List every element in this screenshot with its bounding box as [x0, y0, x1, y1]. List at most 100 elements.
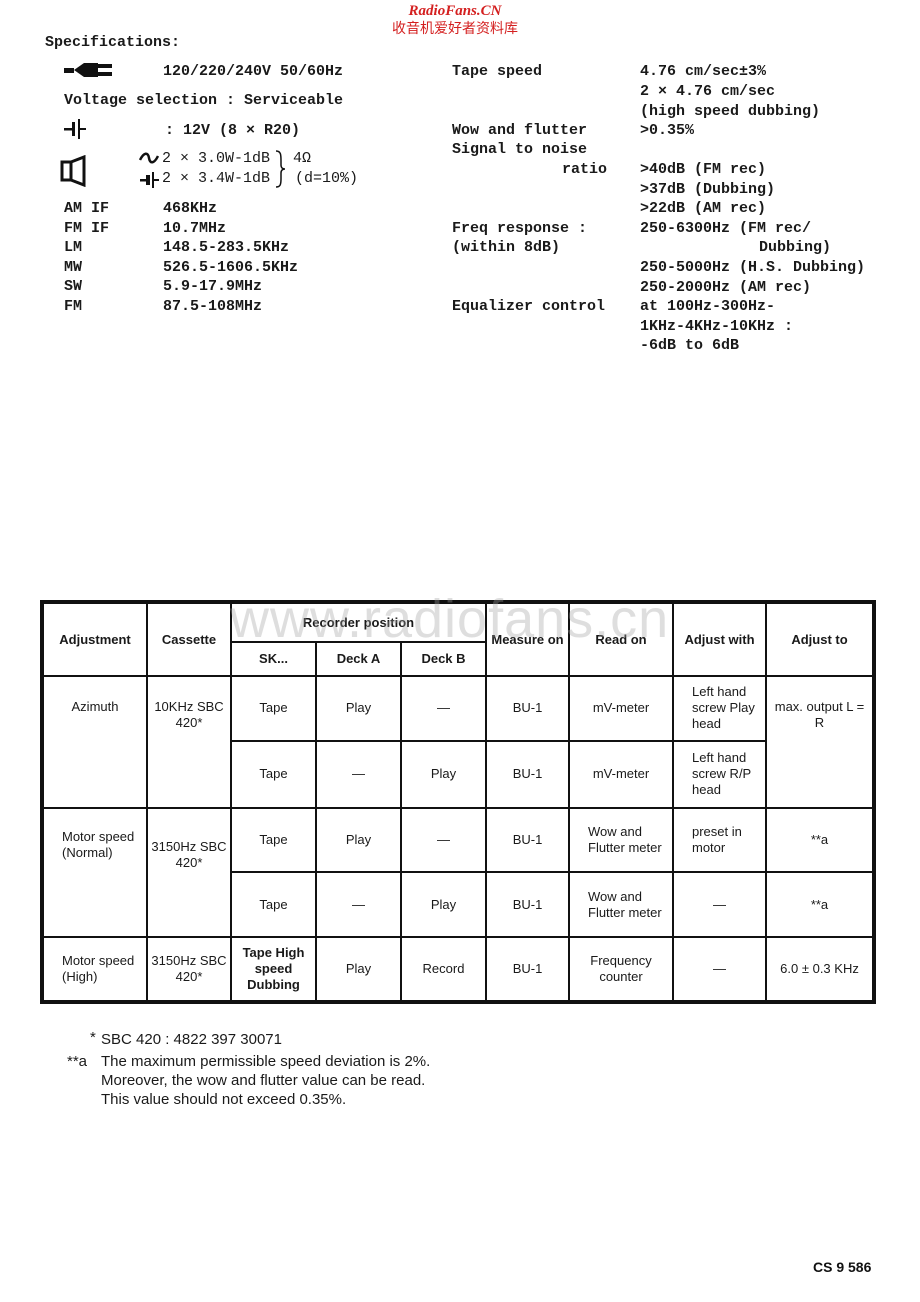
cell-adjust-with: —: [672, 936, 767, 1003]
cell-read-on: Wow and Flutter meter: [568, 806, 674, 874]
snr-label: Signal to noise: [452, 141, 588, 158]
site-watermark: RadioFans.CN 收音机爱好者资料库: [360, 3, 550, 38]
mains-voltage: 120/220/240V 50/60Hz: [163, 63, 344, 80]
equalizer-value: at 100Hz-300Hz-: [640, 298, 776, 315]
cell-adjust-to: 6.0 ± 0.3 KHz: [765, 936, 875, 1003]
band-value: 5.9-17.9MHz: [163, 278, 263, 295]
cell-measure-on: BU-1: [485, 871, 570, 939]
ac-wave-icon: [139, 152, 159, 164]
band-label: MW: [64, 259, 83, 276]
cell-adjustment: Motor speed (High): [41, 936, 148, 1003]
footnote-a-line: Moreover, the wow and flutter value can …: [101, 1072, 426, 1089]
band-value: 87.5-108MHz: [163, 298, 263, 315]
table-row: Azimuth 10KHz SBC 420* Tape Play — BU-1 …: [41, 675, 875, 809]
cell-sk: Tape: [230, 871, 317, 939]
equalizer-value: 1KHz-4KHz-10KHz :: [640, 318, 794, 335]
band-label: FM IF: [64, 220, 110, 237]
cell-read-on: mV-meter: [568, 675, 674, 742]
tape-speed-value: 2 × 4.76 cm/sec: [640, 83, 776, 100]
cell-measure-on: BU-1: [485, 936, 570, 1003]
freq-response-value: Dubbing): [759, 239, 832, 256]
footnote-a-mark: **a: [67, 1053, 88, 1070]
cell-measure-on: BU-1: [485, 675, 570, 742]
table-header-row: Adjustment Cassette Recorder position Me…: [41, 601, 875, 677]
header-recorder-position: Recorder position: [230, 601, 487, 643]
freq-response-label: Freq response :: [452, 220, 588, 237]
band-value: 148.5-283.5KHz: [163, 239, 290, 256]
cell-read-on: Wow and Flutter meter: [568, 871, 674, 939]
header-adjustment: Adjustment: [41, 601, 148, 677]
table-row: Motor speed (Normal) 3150Hz SBC 420* Tap…: [41, 806, 875, 939]
specifications-heading: Specifications:: [45, 34, 181, 51]
battery-icon: [64, 119, 86, 139]
cell-adjustment: Azimuth: [41, 675, 148, 809]
header-deck-a: Deck A: [315, 641, 402, 677]
band-value: 526.5-1606.5KHz: [163, 259, 299, 276]
battery-small-icon: [140, 172, 159, 188]
snr-value: >37dB (Dubbing): [640, 181, 776, 198]
band-label: SW: [64, 278, 83, 295]
cell-deck-b: Record: [400, 936, 487, 1003]
cell-deck-a: —: [315, 739, 402, 809]
cell-sk: Tape: [230, 739, 317, 809]
band-label: LM: [64, 239, 83, 256]
cell-cassette: 3150Hz SBC 420*: [146, 936, 232, 1003]
band-label: FM: [64, 298, 83, 315]
tape-speed-label: Tape speed: [452, 63, 543, 80]
cell-adjust-with: Left hand screw R/P head: [672, 739, 767, 809]
band-label: AM IF: [64, 200, 110, 217]
header-deck-b: Deck B: [400, 641, 487, 677]
cell-adjust-with: —: [672, 871, 767, 939]
watermark-site-cn: 收音机爱好者资料库: [392, 21, 518, 37]
cell-deck-a: —: [315, 871, 402, 939]
cell-adjust-with: preset in motor: [672, 806, 767, 874]
wow-flutter-value: >0.35%: [640, 122, 695, 139]
cell-deck-b: —: [400, 806, 487, 874]
cell-adjust-to: **a: [765, 806, 875, 874]
header-adjust-to: Adjust to: [765, 601, 875, 677]
equalizer-label: Equalizer control: [452, 298, 606, 315]
header-adjust-with: Adjust with: [672, 601, 767, 677]
watermark-site-en: RadioFans.CN: [408, 3, 502, 19]
cell-adjust-to: **a: [765, 871, 875, 939]
footnote-star-mark: *: [90, 1029, 96, 1046]
equalizer-value: -6dB to 6dB: [640, 337, 740, 354]
header-cassette: Cassette: [146, 601, 232, 677]
cell-deck-b: Play: [400, 871, 487, 939]
cell-cassette: 10KHz SBC 420*: [146, 675, 232, 809]
cell-deck-a: Play: [315, 675, 402, 742]
cell-deck-b: Play: [400, 739, 487, 809]
cell-adjust-to: max. output L = R: [765, 675, 875, 809]
band-value: 10.7MHz: [163, 220, 227, 237]
snr-label-ratio: ratio: [562, 161, 608, 178]
freq-response-value: 250-2000Hz (AM rec): [640, 279, 812, 296]
cell-sk: Tape: [230, 806, 317, 874]
cell-adjust-with: Left hand screw Play head: [672, 675, 767, 742]
tape-speed-value: (high speed dubbing): [640, 103, 821, 120]
table-row: Motor speed (High) 3150Hz SBC 420* Tape …: [41, 936, 875, 1003]
output-dc: 2 × 3.4W-1dB: [162, 170, 271, 187]
tape-speed-value: 4.76 cm/sec±3%: [640, 63, 767, 80]
footnote-a-line: The maximum permissible speed deviation …: [101, 1053, 431, 1070]
output-distortion: (d=10%): [295, 170, 359, 187]
cell-deck-a: Play: [315, 936, 402, 1003]
output-impedance: 4Ω: [293, 150, 312, 167]
document-code: CS 9 586: [813, 1259, 872, 1275]
cell-read-on: Frequency counter: [568, 936, 674, 1003]
freq-response-label-sub: (within 8dB): [452, 239, 561, 256]
freq-response-value: 250-6300Hz (FM rec/: [640, 220, 812, 237]
cell-cassette: 3150Hz SBC 420*: [146, 806, 232, 939]
cell-measure-on: BU-1: [485, 739, 570, 809]
footnote-a-text: The maximum permissible speed deviation …: [101, 1052, 430, 1109]
band-value: 468KHz: [163, 200, 218, 217]
adjustment-table-container: Adjustment Cassette Recorder position Me…: [40, 600, 876, 1004]
cell-deck-a: Play: [315, 806, 402, 874]
cell-measure-on: BU-1: [485, 806, 570, 874]
cell-read-on: mV-meter: [568, 739, 674, 809]
speaker-icon: [60, 155, 86, 187]
cell-sk: Tape High speed Dubbing: [230, 936, 317, 1003]
brace-icon: [275, 150, 286, 188]
footnote-a-line: This value should not exceed 0.35%.: [101, 1091, 347, 1108]
freq-response-value: 250-5000Hz (H.S. Dubbing): [640, 259, 866, 276]
header-measure-on: Measure on: [485, 601, 570, 677]
